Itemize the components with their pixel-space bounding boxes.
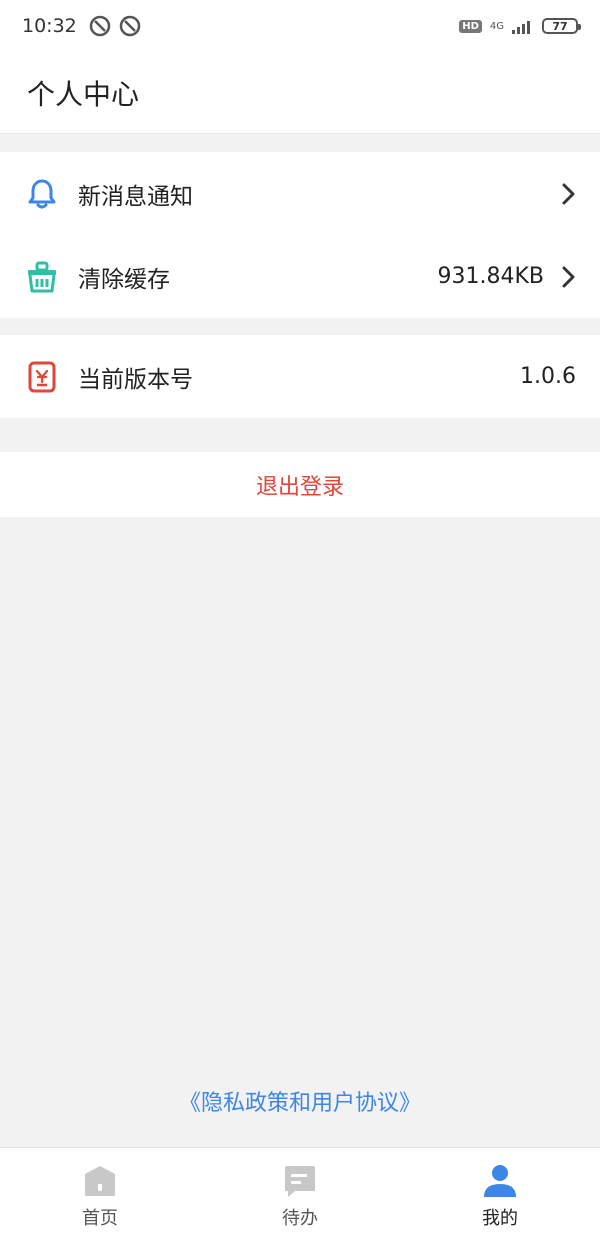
logout-button[interactable]: 退出登录 xyxy=(0,452,600,517)
status-time: 10:32 xyxy=(22,15,77,37)
cache-size: 931.84KB xyxy=(437,264,545,289)
privacy-policy-link[interactable]: 《隐私政策和用户协议》 xyxy=(0,1085,600,1117)
tab-home[interactable]: 首页 xyxy=(0,1148,200,1247)
chevron-right-icon xyxy=(562,183,575,204)
notification-settings-row[interactable]: 新消息通知 xyxy=(0,152,600,235)
tab-todo[interactable]: 待办 xyxy=(200,1148,400,1247)
tab-todo-label: 待办 xyxy=(282,1208,318,1229)
settings-group-2: 当前版本号 1.0.6 xyxy=(0,335,600,418)
version-number: 1.0.6 xyxy=(520,364,576,389)
version-icon xyxy=(24,359,60,395)
notification-icon xyxy=(89,15,111,37)
status-indicators: HD 4G 77 xyxy=(459,18,581,34)
version-label: 当前版本号 xyxy=(78,366,193,393)
page-header: 个人中心 xyxy=(0,52,600,134)
hd-badge: HD xyxy=(459,19,482,33)
user-icon xyxy=(484,1165,516,1197)
clear-cache-row[interactable]: 清除缓存 931.84KB xyxy=(0,235,600,318)
network-label: 4G xyxy=(489,20,504,32)
logout-label: 退出登录 xyxy=(255,474,344,500)
page-title: 个人中心 xyxy=(27,77,140,111)
notification-icon xyxy=(119,15,141,37)
basket-icon xyxy=(24,259,60,295)
todo-icon xyxy=(285,1166,315,1197)
bottom-tab-bar: 首页 待办 我的 xyxy=(0,1147,600,1247)
chevron-right-icon xyxy=(562,266,575,287)
tab-profile[interactable]: 我的 xyxy=(400,1148,600,1247)
notification-settings-label: 新消息通知 xyxy=(78,183,193,210)
clear-cache-label: 清除缓存 xyxy=(78,266,170,293)
bell-icon xyxy=(24,176,60,212)
tab-profile-label: 我的 xyxy=(482,1208,518,1229)
tab-home-label: 首页 xyxy=(82,1208,118,1229)
status-notifications xyxy=(89,15,141,37)
settings-group-1: 新消息通知 清除缓存 931.84KB xyxy=(0,152,600,318)
home-icon xyxy=(85,1166,115,1196)
signal-icon xyxy=(512,21,530,34)
version-row: 当前版本号 1.0.6 xyxy=(0,335,600,418)
battery-icon: 77 xyxy=(542,18,581,34)
status-bar: 10:32 HD 4G 77 xyxy=(0,0,600,52)
